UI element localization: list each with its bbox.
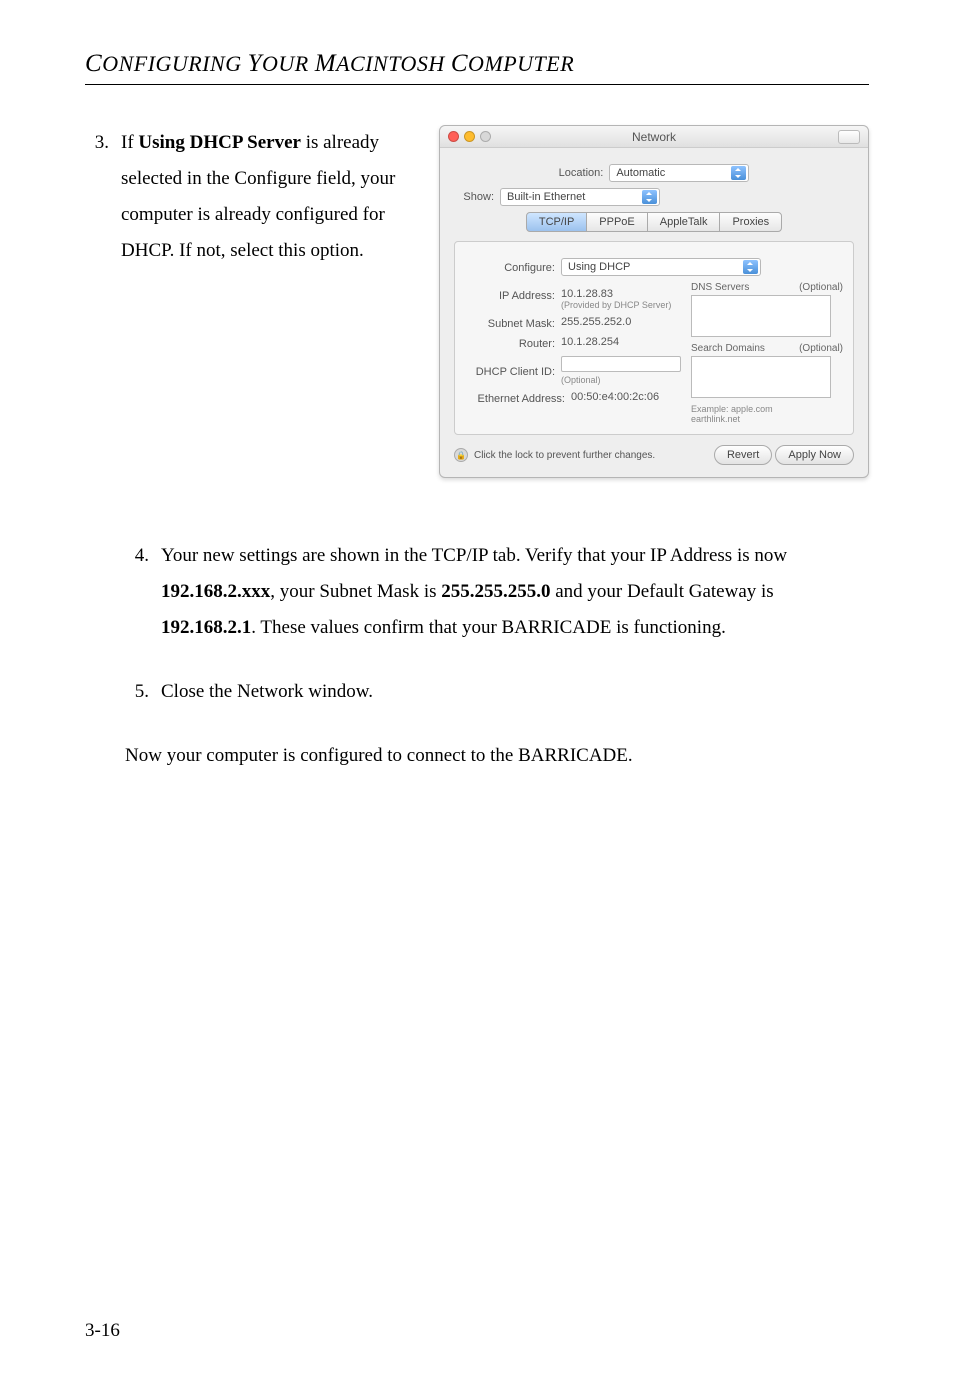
- titlebar: Network: [440, 126, 868, 148]
- search-domains-input[interactable]: [691, 356, 831, 398]
- page-number: 3-16: [85, 1320, 120, 1342]
- location-label: Location:: [559, 167, 604, 179]
- step-5-body: Close the Network window.: [161, 674, 869, 710]
- tab-appletalk[interactable]: AppleTalk: [647, 212, 721, 232]
- chevron-down-icon: [731, 166, 746, 180]
- step-3-body: If Using DHCP Server is already selected…: [121, 125, 419, 478]
- close-icon[interactable]: [448, 131, 459, 142]
- tab-proxies[interactable]: Proxies: [719, 212, 782, 232]
- optional-label: (Optional): [799, 343, 843, 354]
- search-domains-label: Search Domains: [691, 343, 765, 354]
- dns-label: DNS Servers: [691, 282, 749, 293]
- tab-bar: TCP/IP PPPoE AppleTalk Proxies: [454, 212, 854, 232]
- lock-text: Click the lock to prevent further change…: [474, 450, 655, 461]
- subnet-value: 255.255.252.0: [561, 316, 631, 328]
- zoom-icon[interactable]: [480, 131, 491, 142]
- step-4-body: Your new settings are shown in the TCP/I…: [161, 538, 869, 646]
- step-5-number: 5.: [125, 674, 149, 710]
- revert-button[interactable]: Revert: [714, 445, 772, 465]
- dhcp-client-input[interactable]: [561, 356, 681, 372]
- optional-label: (Optional): [799, 282, 843, 293]
- example-text: Example: apple.com earthlink.net: [691, 404, 843, 424]
- toolbar-button[interactable]: [838, 130, 860, 144]
- ip-value: 10.1.28.83 (Provided by DHCP Server): [561, 288, 671, 310]
- ethernet-label: Ethernet Address:: [465, 391, 565, 405]
- dhcp-client-label: DHCP Client ID:: [465, 364, 555, 378]
- apply-now-button[interactable]: Apply Now: [775, 445, 854, 465]
- show-select[interactable]: Built-in Ethernet: [500, 188, 660, 206]
- subnet-label: Subnet Mask:: [465, 316, 555, 330]
- configure-label: Configure:: [465, 260, 555, 274]
- final-paragraph: Now your computer is configured to conne…: [125, 738, 869, 774]
- router-label: Router:: [465, 336, 555, 350]
- configure-select[interactable]: Using DHCP: [561, 258, 761, 276]
- lock-row[interactable]: Click the lock to prevent further change…: [454, 448, 655, 462]
- window-title: Network: [448, 130, 860, 144]
- chevron-down-icon: [743, 260, 758, 274]
- tab-tcpip[interactable]: TCP/IP: [526, 212, 587, 232]
- ip-label: IP Address:: [465, 288, 555, 302]
- minimize-icon[interactable]: [464, 131, 475, 142]
- network-window: Network Location: Automatic Show: Built-…: [439, 125, 869, 478]
- chevron-down-icon: [642, 190, 657, 204]
- router-value: 10.1.28.254: [561, 336, 619, 348]
- dns-servers-input[interactable]: [691, 295, 831, 337]
- tcpip-pane: Configure: Using DHCP IP Address: 10.1.2…: [454, 241, 854, 435]
- page-heading: CONFIGURING YOUR MACINTOSH COMPUTER: [85, 50, 869, 85]
- location-select[interactable]: Automatic: [609, 164, 749, 182]
- step-4-number: 4.: [125, 538, 149, 646]
- show-label: Show:: [454, 191, 494, 203]
- step-3-number: 3.: [85, 125, 109, 478]
- ethernet-value: 00:50:e4:00:2c:06: [571, 391, 659, 403]
- tab-pppoe[interactable]: PPPoE: [586, 212, 647, 232]
- heading-text: ONFIGURING: [102, 51, 241, 76]
- lock-icon: [454, 448, 468, 462]
